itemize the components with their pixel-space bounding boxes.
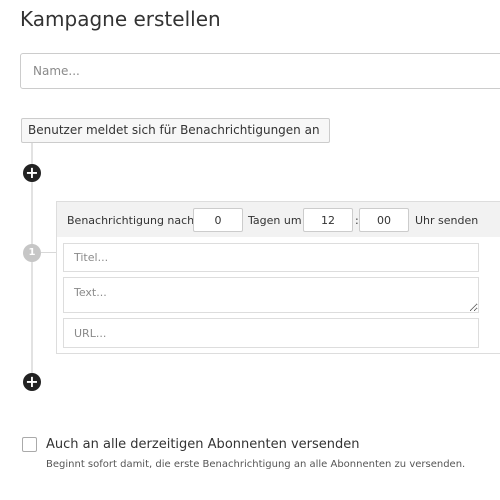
schedule-suffix-label: Uhr senden [415, 214, 479, 227]
add-step-top-icon[interactable]: + [23, 164, 41, 182]
add-step-bottom-icon[interactable]: + [23, 373, 41, 391]
all-subscribers-checkbox[interactable] [22, 437, 37, 452]
hour-input[interactable] [303, 208, 353, 232]
schedule-row: Benachrichtigung nach Tagen um : Uhr sen… [57, 202, 500, 237]
plus-glyph: + [25, 372, 39, 391]
trigger-event-box: Benutzer meldet sich für Benachrichtigun… [21, 118, 330, 143]
notification-step-card: Benachrichtigung nach Tagen um : Uhr sen… [56, 201, 500, 354]
text-textarea[interactable] [63, 277, 479, 313]
schedule-prefix-label: Benachrichtigung nach [67, 214, 195, 227]
all-subscribers-help-text: Beginnt sofort damit, die erste Benachri… [46, 459, 466, 470]
days-input[interactable] [193, 208, 243, 232]
minute-input[interactable] [359, 208, 409, 232]
step-connector [41, 252, 57, 253]
title-input[interactable] [63, 243, 479, 272]
step-number-badge: 1 [23, 244, 41, 262]
all-subscribers-label[interactable]: Auch an alle derzeitigen Abonnenten vers… [46, 437, 360, 452]
campaign-name-input[interactable] [20, 53, 500, 89]
plus-glyph: + [25, 163, 39, 182]
days-label: Tagen um [248, 214, 302, 227]
url-input[interactable] [63, 318, 479, 348]
page-title: Kampagne erstellen [20, 7, 221, 31]
